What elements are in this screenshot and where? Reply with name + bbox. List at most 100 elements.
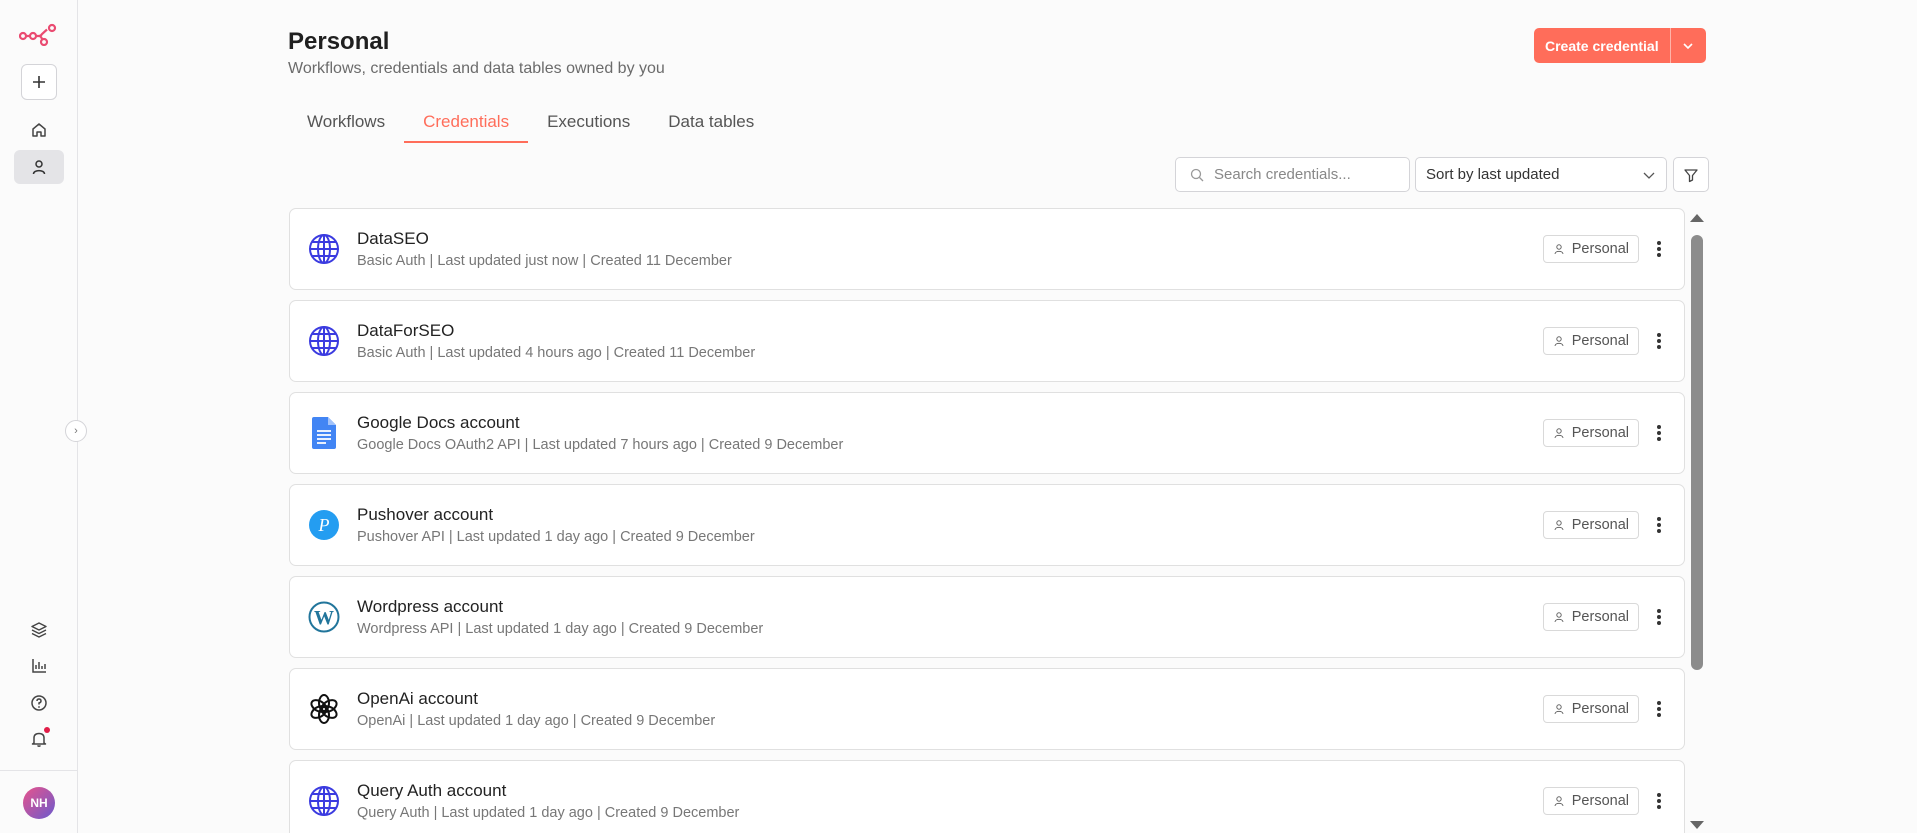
credential-card[interactable]: W Wordpress account Wordpress API | Last… xyxy=(289,576,1685,658)
create-credential-split-button: Create credential xyxy=(1534,28,1706,63)
user-icon xyxy=(1554,336,1564,347)
credential-card[interactable]: Google Docs account Google Docs OAuth2 A… xyxy=(289,392,1685,474)
sidebar-item-home[interactable] xyxy=(14,113,64,147)
credential-name: OpenAi account xyxy=(357,689,478,708)
svg-text:W: W xyxy=(314,607,334,629)
credential-card[interactable]: DataSEO Basic Auth | Last updated just n… xyxy=(289,208,1685,290)
user-icon xyxy=(1554,244,1564,255)
page-subtitle: Workflows, credentials and data tables o… xyxy=(288,60,665,77)
filter-icon xyxy=(1684,168,1698,182)
owner-label: Personal xyxy=(1571,609,1629,625)
credential-card[interactable]: P Pushover account Pushover API | Last u… xyxy=(289,484,1685,566)
credential-name: Google Docs account xyxy=(357,413,520,432)
credential-meta: Basic Auth | Last updated 4 hours ago | … xyxy=(357,345,756,361)
notification-dot xyxy=(44,727,50,733)
chevron-down-icon xyxy=(1643,172,1655,179)
credential-card[interactable]: DataForSEO Basic Auth | Last updated 4 h… xyxy=(289,300,1685,382)
bar-chart-icon xyxy=(32,659,46,673)
sort-select-value: Sort by last updated xyxy=(1426,166,1560,183)
tab-data-tables[interactable]: Data tables xyxy=(649,108,773,143)
templates-box-icon xyxy=(31,622,47,638)
help-circle-icon xyxy=(31,695,47,711)
search-icon xyxy=(1190,168,1204,181)
credential-name: DataForSEO xyxy=(357,321,455,340)
more-actions-icon[interactable] xyxy=(1656,331,1662,351)
create-credential-button[interactable]: Create credential xyxy=(1534,28,1670,63)
scroll-up-arrow[interactable] xyxy=(1690,214,1704,222)
owner-label: Personal xyxy=(1571,793,1629,809)
n8n-logo-icon[interactable] xyxy=(19,22,57,46)
credential-meta: OpenAi | Last updated 1 day ago | Create… xyxy=(357,713,716,729)
owner-badge: Personal xyxy=(1542,695,1639,723)
owner-badge: Personal xyxy=(1542,603,1639,631)
wordpress-icon: W xyxy=(307,600,341,634)
credential-name: DataSEO xyxy=(357,229,429,248)
scrollbar-thumb[interactable] xyxy=(1691,235,1703,670)
credential-meta: Pushover API | Last updated 1 day ago | … xyxy=(357,529,755,545)
sidebar-divider xyxy=(0,770,78,771)
owner-label: Personal xyxy=(1571,333,1629,349)
credential-card[interactable]: Query Auth account Query Auth | Last upd… xyxy=(289,760,1685,833)
add-button[interactable] xyxy=(21,64,57,100)
credential-meta: Query Auth | Last updated 1 day ago | Cr… xyxy=(357,805,740,821)
more-actions-icon[interactable] xyxy=(1656,239,1662,259)
user-icon xyxy=(1554,704,1564,715)
scroll-down-arrow[interactable] xyxy=(1690,821,1704,829)
more-actions-icon[interactable] xyxy=(1656,699,1662,719)
globe-icon xyxy=(307,232,341,266)
credential-name: Pushover account xyxy=(357,505,494,524)
globe-icon xyxy=(307,784,341,818)
search-box xyxy=(1175,157,1410,192)
more-actions-icon[interactable] xyxy=(1656,515,1662,535)
credential-meta: Google Docs OAuth2 API | Last updated 7 … xyxy=(357,437,844,453)
owner-label: Personal xyxy=(1571,701,1629,717)
user-icon xyxy=(32,160,46,175)
credential-meta: Wordpress API | Last updated 1 day ago |… xyxy=(357,621,764,637)
collapse-sidebar-button[interactable]: › xyxy=(65,420,87,442)
owner-badge: Personal xyxy=(1542,511,1639,539)
more-actions-icon[interactable] xyxy=(1656,607,1662,627)
credential-name: Wordpress account xyxy=(357,597,504,616)
sidebar-item-help[interactable] xyxy=(14,686,64,720)
filter-button[interactable] xyxy=(1673,157,1709,192)
owner-label: Personal xyxy=(1571,241,1629,257)
owner-badge: Personal xyxy=(1542,419,1639,447)
owner-badge: Personal xyxy=(1542,327,1639,355)
sidebar-item-insights[interactable] xyxy=(14,649,64,683)
sort-select[interactable]: Sort by last updated xyxy=(1415,157,1667,192)
create-options-dropdown-button[interactable] xyxy=(1669,28,1706,63)
sidebar-item-personal[interactable] xyxy=(14,150,64,184)
page-title: Personal xyxy=(288,28,390,55)
pushover-icon: P xyxy=(307,508,341,542)
chevron-down-icon xyxy=(1683,42,1693,49)
owner-badge: Personal xyxy=(1542,235,1639,263)
credential-card[interactable]: OpenAi account OpenAi | Last updated 1 d… xyxy=(289,668,1685,750)
more-actions-icon[interactable] xyxy=(1656,423,1662,443)
credentials-list: DataSEO Basic Auth | Last updated just n… xyxy=(289,208,1685,833)
google-docs-icon xyxy=(307,416,341,450)
search-input[interactable] xyxy=(1214,166,1404,183)
owner-label: Personal xyxy=(1571,517,1629,533)
user-icon xyxy=(1554,520,1564,531)
user-icon xyxy=(1554,612,1564,623)
tab-bar: Workflows Credentials Executions Data ta… xyxy=(288,108,773,143)
more-actions-icon[interactable] xyxy=(1656,791,1662,811)
owner-label: Personal xyxy=(1571,425,1629,441)
credential-meta: Basic Auth | Last updated just now | Cre… xyxy=(357,253,732,269)
tab-executions[interactable]: Executions xyxy=(528,108,649,143)
openai-icon xyxy=(307,692,341,726)
owner-badge: Personal xyxy=(1542,787,1639,815)
tab-workflows[interactable]: Workflows xyxy=(288,108,404,143)
user-icon xyxy=(1554,796,1564,807)
sidebar-item-notifications[interactable] xyxy=(14,722,64,756)
credential-name: Query Auth account xyxy=(357,781,507,800)
avatar[interactable]: NH xyxy=(23,787,55,819)
svg-text:P: P xyxy=(318,515,330,535)
globe-icon xyxy=(307,324,341,358)
plus-icon xyxy=(33,76,45,88)
tab-credentials[interactable]: Credentials xyxy=(404,108,529,143)
sidebar-item-templates[interactable] xyxy=(14,613,64,647)
sidebar: › NH xyxy=(0,0,87,833)
home-icon xyxy=(32,123,46,137)
user-icon xyxy=(1554,428,1564,439)
